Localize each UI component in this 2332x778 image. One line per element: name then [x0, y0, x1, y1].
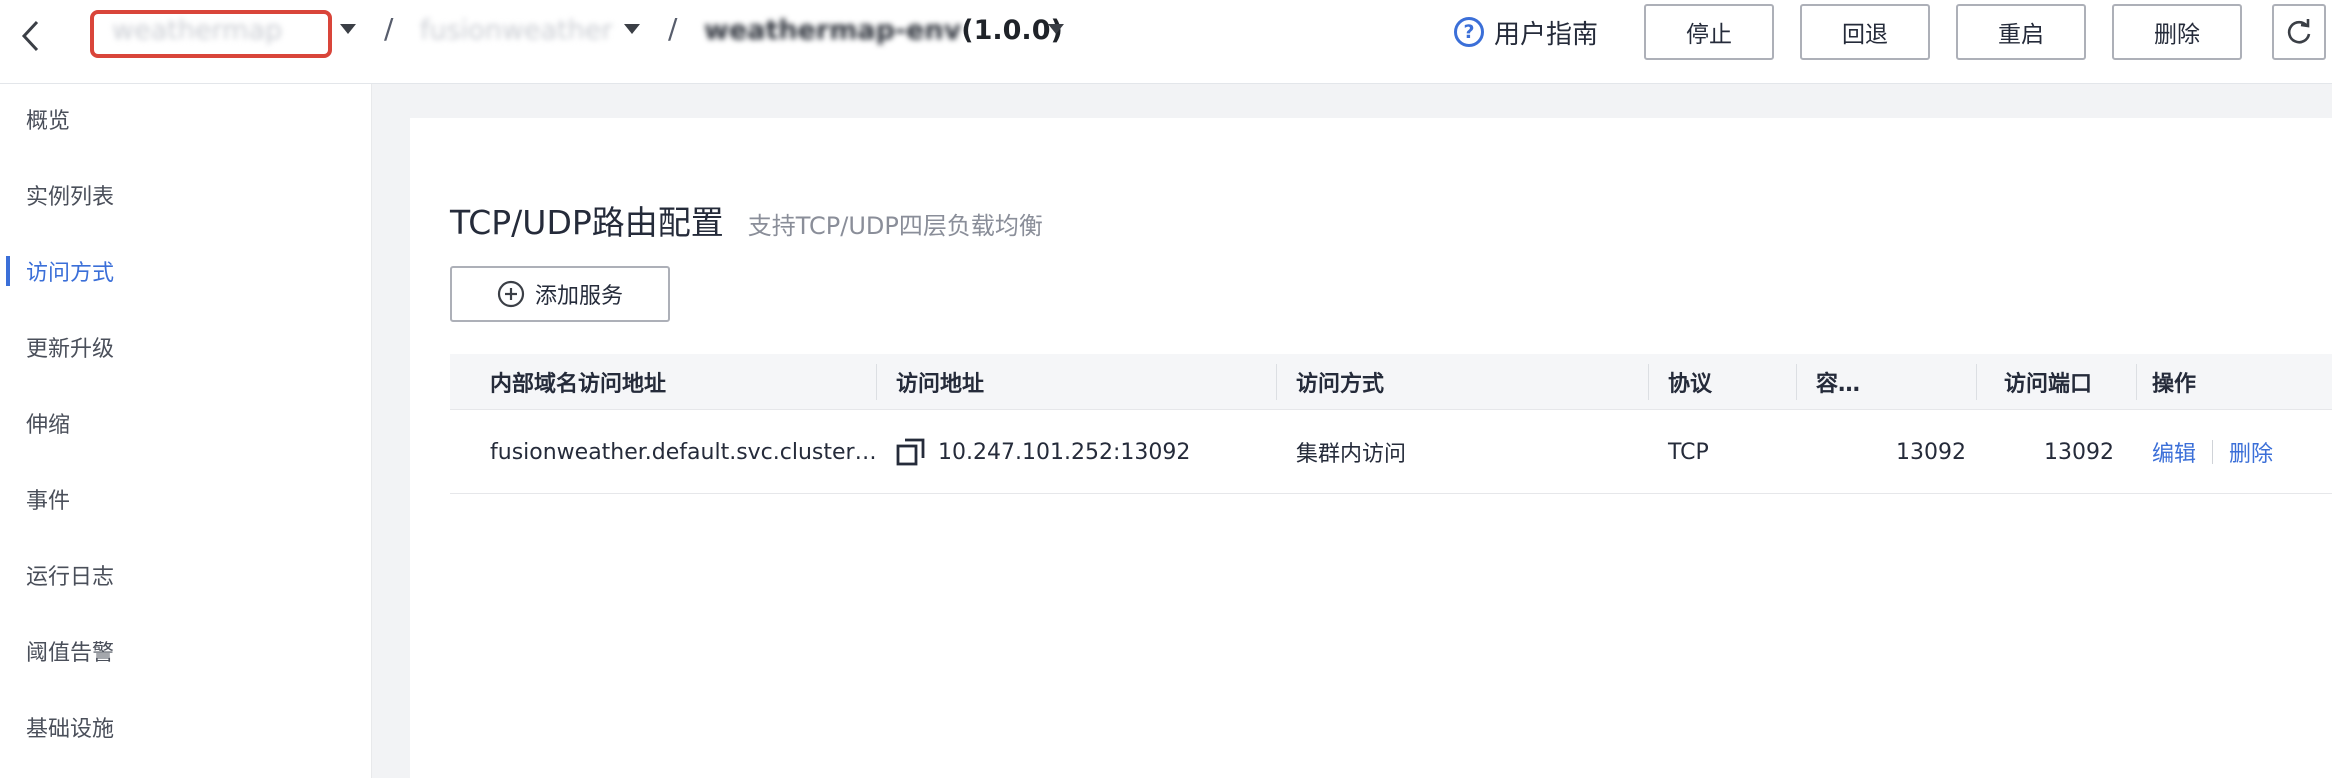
- copy-icon[interactable]: [896, 437, 926, 467]
- top-bar: weathermap / fusionweather / weathermap-…: [0, 0, 2332, 84]
- sidebar-item-events[interactable]: 事件: [0, 464, 372, 534]
- breadcrumb-release-name: weathermap-env: [704, 14, 962, 46]
- breadcrumb-service-label: fusionweather: [420, 14, 613, 46]
- column-divider: [1276, 364, 1277, 400]
- cell-container-port: 13092: [1896, 439, 1966, 465]
- section-subtitle: 支持TCP/UDP四层负载均衡: [747, 212, 1043, 240]
- chevron-left-icon: [21, 20, 39, 52]
- service-dropdown-caret-icon[interactable]: [624, 24, 640, 34]
- breadcrumb-service[interactable]: fusionweather: [420, 10, 612, 50]
- column-divider: [876, 364, 877, 400]
- breadcrumb-release[interactable]: weathermap-env(1.0.0): [704, 10, 1063, 50]
- back-button[interactable]: [10, 16, 50, 56]
- sidebar-item-logs[interactable]: 运行日志: [0, 540, 372, 610]
- cell-access-port: 13092: [2044, 439, 2114, 465]
- sidebar-item-instances[interactable]: 实例列表: [0, 160, 372, 230]
- add-service-label: 添加服务: [534, 284, 623, 309]
- sidebar-item-upgrade[interactable]: 更新升级: [0, 312, 372, 382]
- sidebar-item-infrastructure[interactable]: 基础设施: [0, 692, 372, 762]
- sidebar: 概览 实例列表 访问方式 更新升级 伸缩 事件 运行日志 阈值告警 基础设施: [0, 84, 372, 778]
- delete-link[interactable]: 删除: [2229, 436, 2273, 468]
- column-header-access-mode[interactable]: 访问方式: [1296, 354, 1384, 410]
- column-divider: [1796, 364, 1797, 400]
- column-header-actions: 操作: [2152, 372, 2197, 397]
- sidebar-item-scaling[interactable]: 伸缩: [0, 388, 372, 458]
- column-header-protocol[interactable]: 协议: [1668, 354, 1712, 410]
- user-guide-link[interactable]: ? 用户指南: [1454, 12, 1598, 52]
- section-header: TCP/UDP路由配置 支持TCP/UDP四层负载均衡: [450, 196, 1043, 242]
- breadcrumb-separator: /: [384, 12, 394, 45]
- edit-link[interactable]: 编辑: [2152, 436, 2196, 468]
- stop-button[interactable]: 停止: [1644, 4, 1774, 60]
- refresh-button[interactable]: [2272, 4, 2326, 60]
- release-dropdown-caret-icon[interactable]: [1048, 24, 1064, 34]
- rollback-button[interactable]: 回退: [1800, 4, 1930, 60]
- help-circle-icon: ?: [1454, 17, 1484, 47]
- column-header-container-port[interactable]: 容…: [1816, 354, 1860, 410]
- highlight-annotation-box: [90, 10, 332, 58]
- restart-button[interactable]: 重启: [1956, 4, 2086, 60]
- sidebar-item-access-mode[interactable]: 访问方式: [0, 236, 372, 306]
- cell-actions: 编辑 删除: [2152, 410, 2273, 494]
- column-header-address[interactable]: 访问地址: [896, 354, 984, 410]
- delete-button[interactable]: 删除: [2112, 4, 2242, 60]
- breadcrumb-separator: /: [668, 12, 678, 45]
- sidebar-item-alarms[interactable]: 阈值告警: [0, 616, 372, 686]
- add-service-button[interactable]: 添加服务: [450, 266, 670, 322]
- address-value: 10.247.101.252:13092: [938, 439, 1191, 465]
- table-row: fusionweather.default.svc.cluster… 10.24…: [450, 410, 2332, 494]
- column-divider: [1976, 364, 1977, 400]
- column-header-access-port[interactable]: 访问端口: [2004, 354, 2092, 410]
- plus-circle-icon: [497, 280, 525, 308]
- cell-access-mode: 集群内访问: [1296, 442, 1407, 467]
- cell-internal-domain: fusionweather.default.svc.cluster…: [490, 439, 877, 465]
- column-divider: [1648, 364, 1649, 400]
- cell-address: 10.247.101.252:13092: [896, 410, 1190, 494]
- user-guide-label: 用户指南: [1494, 19, 1599, 50]
- table-header: 内部域名访问地址 访问地址 访问方式 协议 容… 访问端口 操作: [450, 354, 2332, 410]
- column-header-internal-domain[interactable]: 内部域名访问地址: [490, 354, 666, 410]
- cell-protocol: TCP: [1668, 439, 1709, 465]
- sidebar-item-overview[interactable]: 概览: [0, 84, 372, 154]
- column-divider: [2136, 364, 2137, 400]
- app-dropdown-caret-icon[interactable]: [340, 24, 356, 34]
- section-title: TCP/UDP路由配置: [450, 203, 724, 242]
- refresh-icon: [2287, 19, 2311, 44]
- action-separator: [2212, 440, 2214, 464]
